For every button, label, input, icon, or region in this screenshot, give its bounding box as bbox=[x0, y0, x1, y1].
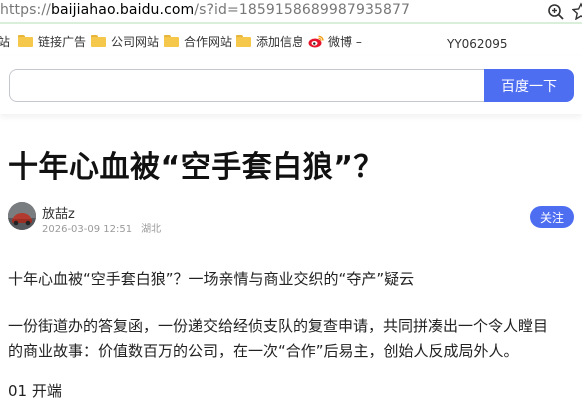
bookmark-item[interactable]: 站 bbox=[0, 33, 10, 49]
search-input[interactable] bbox=[9, 69, 487, 102]
article-title: 十年心血被“空手套白狼”？ bbox=[8, 150, 384, 185]
article-paragraph: 的商业故事：价值数百万的公司，在一次“合作”后易主，创始人反成局外人。 bbox=[8, 342, 519, 360]
follow-button[interactable]: 关注 bbox=[530, 206, 574, 228]
bookmark-item[interactable]: 微博 – bbox=[308, 33, 362, 49]
bookmark-label: 添加信息 bbox=[256, 34, 302, 49]
url-text[interactable]: https://baijiahao.baidu.com/s?id=1859158… bbox=[0, 2, 410, 18]
search-bar: 百度一下 bbox=[0, 56, 582, 114]
url-host: baijiahao.baidu.com bbox=[50, 2, 195, 18]
author-avatar[interactable] bbox=[8, 202, 36, 230]
article-meta: 2026-03-09 12:51 湖北 bbox=[42, 220, 170, 235]
article-paragraph: 一份街道办的答复函，一份递交给经侦支队的复查申请，共同拼凑出一个令人瞠目 bbox=[8, 317, 549, 335]
search-button[interactable]: 百度一下 bbox=[484, 69, 574, 102]
bookmark-item[interactable]: 添加信息 bbox=[236, 33, 302, 49]
folder-icon bbox=[236, 35, 251, 47]
folder-icon bbox=[18, 35, 33, 47]
bookmark-star-icon[interactable] bbox=[572, 2, 582, 20]
url-path: /s?id=1859158689987935877 bbox=[194, 2, 410, 18]
bookmark-label: 链接广告 bbox=[38, 34, 87, 49]
publish-location: 湖北 bbox=[141, 224, 162, 235]
publish-date: 2026-03-09 12:51 bbox=[42, 224, 133, 235]
bookmark-label: 合作网站 bbox=[184, 34, 233, 49]
avatar-image bbox=[8, 202, 36, 230]
folder-icon bbox=[164, 35, 179, 47]
bookmark-item[interactable]: 公司网站 bbox=[91, 33, 159, 49]
zoom-icon[interactable] bbox=[547, 3, 565, 21]
url-scheme: https:// bbox=[0, 2, 51, 18]
bookmark-label: 微博 – bbox=[328, 34, 362, 49]
bookmark-extra-label: YY062095 bbox=[447, 37, 508, 51]
address-bar[interactable]: https://baijiahao.baidu.com/s?id=1859158… bbox=[0, 0, 582, 24]
weibo-icon bbox=[308, 35, 324, 48]
bookmark-item[interactable]: 链接广告 bbox=[18, 33, 94, 49]
article-paragraph: 十年心血被“空手套白狼”？一场亲情与商业交织的“夺产”疑云 bbox=[8, 270, 415, 288]
bookmarks-bar: 站 链接广告 公司网站 合作网站 添加信息 微博 – YY062095 bbox=[0, 26, 582, 56]
bookmark-label: 公司网站 bbox=[111, 34, 160, 49]
section-heading: 01 开端 bbox=[8, 382, 62, 400]
folder-icon bbox=[91, 35, 106, 47]
bookmark-label: 站 bbox=[0, 34, 11, 49]
bookmark-item[interactable]: 合作网站 bbox=[164, 33, 232, 49]
